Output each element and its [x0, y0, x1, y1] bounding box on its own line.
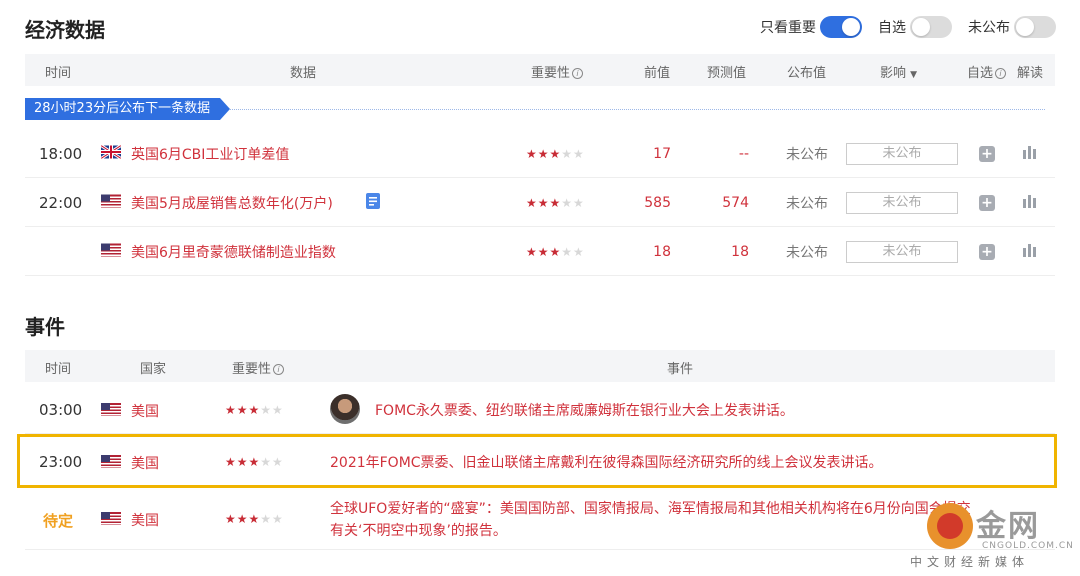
add-watch-button[interactable]: +: [979, 194, 995, 211]
watermark-brand: 金网: [976, 509, 1040, 544]
us-flag-icon: [101, 512, 121, 529]
actual-value: 未公布: [786, 146, 828, 163]
event-description-line2[interactable]: 有关‘不明空中现象’的报告。: [330, 520, 507, 540]
table-row: 22:00 美国5月成屋销售总数年化(万户) ★★★★★ 585 574 未公布…: [25, 179, 1055, 227]
logo-icon: [927, 503, 973, 549]
toggle-switch[interactable]: [1014, 16, 1056, 38]
importance-stars: ★★★★★: [225, 403, 284, 417]
us-flag-icon: [101, 403, 121, 420]
chart-bars-icon[interactable]: [1022, 145, 1038, 163]
prev-value: 17: [653, 145, 671, 162]
highlight-frame: [17, 434, 1057, 488]
caret-down-icon: ▼: [910, 70, 918, 80]
importance-stars: ★★★★★: [225, 512, 284, 526]
col-time: 时间: [45, 66, 72, 81]
prev-value: 585: [644, 194, 671, 211]
indicator-name-link[interactable]: 美国6月里奇蒙德联储制造业指数: [131, 242, 336, 262]
col-watch: 自选 i: [967, 62, 1007, 81]
document-icon[interactable]: [363, 191, 383, 215]
actual-value: 未公布: [786, 244, 828, 261]
toggle-switch[interactable]: [910, 16, 952, 38]
toggle-label: 自选: [878, 20, 906, 36]
forecast-value: --: [738, 145, 749, 162]
col-interpretation: 解读: [1017, 66, 1044, 81]
info-icon[interactable]: i: [995, 68, 1007, 79]
us-flag-icon: [101, 243, 121, 260]
row-time: 03:00: [39, 401, 83, 419]
events-title: 事件: [25, 315, 65, 339]
indicator-name-link[interactable]: 美国5月成屋销售总数年化(万户): [131, 193, 333, 213]
event-description-line1[interactable]: 全球UFO爱好者的“盛宴”：美国国防部、国家情报局、海军情报局和其他相关机构将在…: [330, 498, 971, 518]
row-time: 22:00: [39, 193, 83, 212]
toggle-switch[interactable]: [820, 16, 862, 38]
toggle-important-only[interactable]: 只看重要: [760, 16, 862, 38]
toggle-watchlist[interactable]: 自选: [878, 16, 952, 38]
table-row: 待定 美国 ★★★★★ 全球UFO爱好者的“盛宴”：美国国防部、国家情报局、海军…: [25, 488, 1055, 550]
event-description[interactable]: FOMC永久票委、纽约联储主席威廉姆斯在银行业大会上发表讲话。: [375, 400, 794, 420]
info-icon[interactable]: i: [273, 364, 285, 375]
speaker-avatar: [330, 394, 360, 424]
forecast-value: 574: [722, 194, 749, 211]
col-country: 国家: [140, 362, 167, 377]
col-importance: 重要性 i: [232, 358, 285, 377]
col-prev: 前值: [644, 66, 671, 81]
events-table-header: 时间 国家 重要性 i 事件: [25, 350, 1055, 382]
country-name: 美国: [131, 404, 159, 420]
col-forecast: 预测值: [707, 66, 747, 81]
col-time: 时间: [45, 362, 72, 377]
add-watch-button[interactable]: +: [979, 243, 995, 260]
importance-stars: ★★★★★: [526, 146, 585, 161]
info-icon[interactable]: i: [572, 68, 584, 79]
impact-field: 未公布: [846, 191, 958, 214]
watermark-url: CNGOLD.COM.CN: [982, 541, 1074, 551]
toggle-label: 只看重要: [760, 20, 816, 36]
economic-data-title: 经济数据: [25, 18, 105, 42]
indicator-name-link[interactable]: 英国6月CBI工业订单差值: [131, 144, 289, 164]
timeline-divider: [230, 109, 1045, 110]
table-row: 美国6月里奇蒙德联储制造业指数 ★★★★★ 18 18 未公布 未公布 +: [25, 228, 1055, 276]
watermark-tagline: 中文财经新媒体: [910, 555, 1030, 569]
country-name: 美国: [131, 513, 159, 529]
impact-field: 未公布: [846, 240, 958, 263]
col-data: 数据: [290, 66, 317, 81]
chart-bars-icon[interactable]: [1022, 243, 1038, 261]
importance-stars: ★★★★★: [526, 195, 585, 210]
next-release-banner: 28小时23分后公布下一条数据: [25, 98, 231, 120]
row-time: 18:00: [39, 144, 83, 163]
impact-field: 未公布: [846, 142, 958, 165]
add-watch-button[interactable]: +: [979, 145, 995, 162]
col-importance: 重要性 i: [531, 62, 584, 81]
economic-table-header: 时间 数据 重要性 i 前值 预测值 公布值 影响 ▼ 自选 i 解读: [25, 54, 1055, 86]
forecast-value: 18: [731, 243, 749, 260]
cngold-watermark-logo: 金网 CNGOLD.COM.CN 中文财经新媒体: [910, 500, 1073, 570]
table-row: 03:00 美国 ★★★★★ FOMC永久票委、纽约联储主席威廉姆斯在银行业大会…: [25, 384, 1055, 434]
us-flag-icon: [101, 194, 121, 211]
prev-value: 18: [653, 243, 671, 260]
uk-flag-icon: [101, 145, 121, 162]
col-event: 事件: [667, 362, 694, 377]
filter-toggles: 只看重要 自选 未公布: [744, 16, 1056, 38]
col-impact[interactable]: 影响 ▼: [880, 62, 917, 81]
col-actual: 公布值: [787, 66, 827, 81]
toggle-unpublished[interactable]: 未公布: [968, 16, 1056, 38]
table-row: 18:00 英国6月CBI工业订单差值 ★★★★★ 17 -- 未公布 未公布 …: [25, 130, 1055, 178]
row-time-pending: 待定: [43, 512, 74, 530]
toggle-label: 未公布: [968, 20, 1010, 36]
actual-value: 未公布: [786, 195, 828, 212]
importance-stars: ★★★★★: [526, 244, 585, 259]
chart-bars-icon[interactable]: [1022, 194, 1038, 212]
